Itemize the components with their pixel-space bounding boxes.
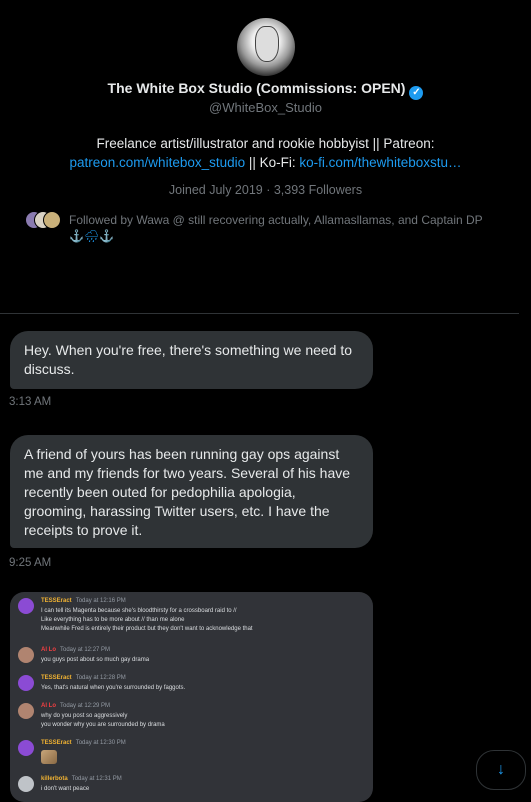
discord-timestamp: Today at 12:27 PM (60, 647, 111, 653)
user-avatar (18, 598, 34, 614)
discord-line: you guys post about so much gay drama (41, 657, 150, 663)
patreon-link[interactable]: patreon.com/whitebox_studio (70, 155, 246, 170)
profile-name-row[interactable]: The White Box Studio (Commissions: OPEN)… (0, 80, 531, 100)
followed-by-emoji: ⚓🌧⚓ (69, 229, 115, 243)
user-avatar (18, 740, 34, 756)
discord-username: TESSEract (41, 675, 72, 681)
message-bubble[interactable]: A friend of yours has been running gay o… (10, 435, 373, 548)
discord-username: Al Lo (41, 703, 56, 709)
followed-by-names: Followed by Wawa @ still recovering actu… (69, 213, 483, 227)
discord-timestamp: Today at 12:16 PM (75, 598, 126, 604)
joined-date: Joined July 2019 (168, 183, 263, 197)
discord-timestamp: Today at 12:28 PM (75, 675, 126, 681)
profile-bio: Freelance artist/illustrator and rookie … (0, 134, 531, 172)
kofi-link[interactable]: ko-fi.com/thewhiteboxstu… (299, 155, 461, 170)
followers-count[interactable]: 3,393 Followers (274, 183, 362, 197)
discord-line: you wonder why you are surrounded by dra… (41, 722, 165, 728)
profile-meta: Joined July 2019 · 3,393 Followers (0, 183, 531, 197)
bio-line-2: patreon.com/whitebox_studio || Ko-Fi: ko… (0, 153, 531, 172)
arrow-down-icon: ↓ (497, 761, 505, 778)
discord-username: killerbota (41, 776, 68, 782)
meta-dot: · (262, 183, 274, 197)
user-avatar (18, 647, 34, 663)
profile-handle: @WhiteBox_Studio (209, 100, 322, 115)
bio-separator: || Ko-Fi: (245, 155, 300, 170)
message-bubble[interactable]: Hey. When you're free, there's something… (10, 331, 373, 389)
followed-by-text: Followed by Wawa @ still recovering actu… (69, 212, 519, 244)
discord-username: TESSEract (41, 740, 72, 746)
message-time: 9:25 AM (9, 557, 52, 569)
profile-name[interactable]: The White Box Studio (Commissions: OPEN) (108, 80, 406, 96)
bio-line-1: Freelance artist/illustrator and rookie … (96, 136, 435, 151)
profile-avatar[interactable] (237, 18, 295, 76)
follower-avatar (43, 211, 61, 229)
discord-line: why do you post so aggressively (41, 713, 128, 719)
discord-screenshot-image[interactable]: TESSEract Today at 12:16 PM I can tell it… (10, 592, 373, 802)
discord-line: i don't want peace (41, 786, 90, 792)
message-time: 3:13 AM (9, 396, 52, 408)
user-avatar (18, 776, 34, 792)
discord-timestamp: Today at 12:31 PM (71, 776, 122, 782)
divider (0, 313, 519, 314)
discord-timestamp: Today at 12:29 PM (60, 703, 111, 709)
verified-badge-icon: ✓ (409, 86, 424, 100)
follower-avatars (25, 211, 61, 229)
cat-emoji-image (41, 750, 57, 764)
scroll-to-bottom-button[interactable]: ↓ (476, 750, 526, 790)
discord-line: Meanwhile Fred is entirely their product… (41, 626, 253, 632)
user-avatar (18, 703, 34, 719)
discord-line: I can tell its Magenta because she's blo… (41, 608, 237, 614)
discord-username: TESSEract (41, 598, 72, 604)
discord-timestamp: Today at 12:30 PM (75, 740, 126, 746)
discord-line: Yes, that's natural when you're surround… (41, 685, 186, 691)
discord-username: Al Lo (41, 647, 56, 653)
user-avatar (18, 675, 34, 691)
discord-line: Like everything has to be more about // … (41, 617, 185, 623)
